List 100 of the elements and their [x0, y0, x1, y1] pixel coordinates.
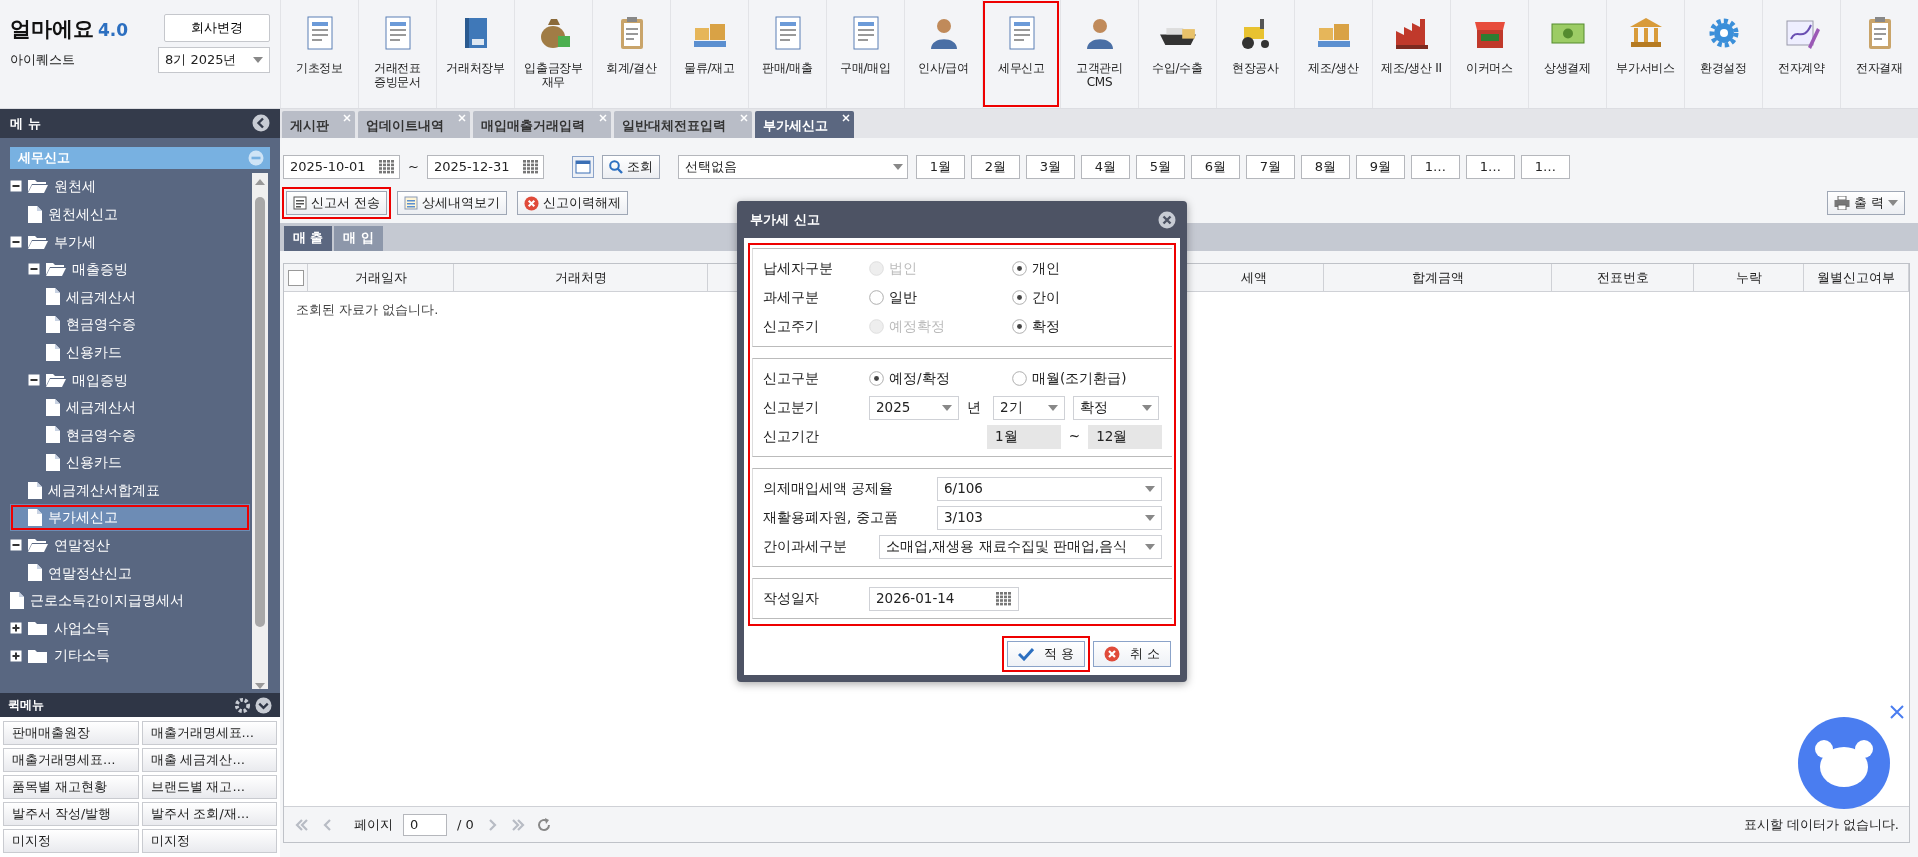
quick-menu-button[interactable]: 발주서 작성/발행 — [3, 802, 139, 826]
month-button[interactable]: 2월 — [970, 155, 1020, 180]
search-button[interactable]: 조회 — [601, 155, 660, 180]
tab[interactable]: 매 출 — [284, 226, 333, 252]
toolbar-button[interactable]: 거래처장부 — [436, 0, 514, 108]
collapse-icon[interactable] — [10, 539, 22, 552]
toolbar-button[interactable]: 환경설정 — [1684, 0, 1762, 108]
refresh-icon[interactable] — [535, 816, 552, 833]
toolbar-button[interactable]: 판매/매출 — [748, 0, 826, 108]
toolbar-button[interactable]: 고객관리 CMS — [1060, 0, 1138, 108]
dropdown[interactable]: 3/103 — [937, 505, 1162, 530]
collapse-icon[interactable] — [28, 373, 40, 386]
toolbar-button[interactable]: 부가서비스 — [1606, 0, 1684, 108]
collapse-icon[interactable] — [252, 114, 270, 133]
tree-item[interactable]: 기타소득 — [10, 641, 250, 670]
quick-menu-button[interactable]: 품목별 재고현황 — [3, 775, 139, 799]
tab[interactable]: 업데이트내역 — [358, 111, 470, 139]
dropdown[interactable]: 2025 — [869, 395, 959, 420]
expand-icon[interactable] — [10, 649, 22, 662]
calendar-button[interactable] — [571, 156, 594, 179]
toolbar-button[interactable]: 구매/매입 — [826, 0, 904, 108]
month-button[interactable]: 1… — [1520, 155, 1570, 180]
tree-item[interactable]: 연말정산신고 — [10, 559, 250, 587]
tree-item[interactable]: 매입증빙 — [10, 365, 250, 394]
tree-item[interactable]: 세금계산서합계표 — [10, 476, 250, 504]
tree-item[interactable]: 현금영수증 — [10, 421, 250, 449]
expand-icon[interactable] — [10, 622, 22, 634]
dropdown[interactable]: 소매업,재생용 재료수집및 판매업,음식 — [879, 534, 1162, 559]
toolbar-action-button[interactable]: 상세내역보기 — [397, 191, 508, 216]
tree-item[interactable]: 현금영수증 — [10, 310, 250, 339]
print-button[interactable]: 출 력 — [1826, 191, 1905, 216]
collapse-icon[interactable] — [10, 180, 22, 193]
month-button[interactable]: 1월 — [915, 155, 965, 180]
tab[interactable]: 매입매출거래입력 — [473, 111, 611, 139]
tree-item[interactable]: 근로소득간이지급명세서 — [10, 586, 250, 615]
month-button[interactable]: 1… — [1410, 155, 1460, 180]
tree-item[interactable]: 신용카드 — [10, 338, 250, 366]
month-button[interactable]: 7월 — [1245, 155, 1295, 180]
month-button[interactable]: 4월 — [1080, 155, 1130, 180]
toolbar-button[interactable]: 이커머스 — [1450, 0, 1528, 108]
toolbar-button[interactable]: 전자계약 — [1762, 0, 1840, 108]
quick-menu-button[interactable]: 매출거래명세표… — [141, 721, 277, 745]
toolbar-button[interactable]: 현장공사 — [1216, 0, 1294, 108]
filter-select[interactable]: 선택없음 — [677, 155, 908, 180]
toolbar-button[interactable]: 인사/급여 — [904, 0, 982, 108]
quick-menu-button[interactable]: 브랜드별 재고… — [141, 775, 277, 799]
toolbar-button[interactable]: 세무신고 — [982, 0, 1060, 108]
tab[interactable]: 게시판 — [282, 111, 355, 139]
radio-button[interactable] — [869, 290, 884, 306]
date-field[interactable]: 2025-10-01 — [283, 155, 400, 180]
dropdown[interactable]: 확정 — [1073, 395, 1159, 420]
tree-item[interactable]: 신용카드 — [10, 448, 250, 477]
collapse-icon[interactable] — [28, 263, 40, 276]
quick-menu-button[interactable]: 미지정 — [141, 829, 277, 853]
close-icon[interactable] — [1890, 705, 1904, 719]
cancel-button[interactable]: 취 소 — [1092, 641, 1171, 668]
toolbar-button[interactable]: 제조/생산 — [1294, 0, 1372, 108]
tree-item[interactable]: 매출증빙 — [10, 255, 250, 284]
toolbar-button[interactable]: 상생결제 — [1528, 0, 1606, 108]
toolbar-button[interactable]: 입출금장부 재무 — [514, 0, 592, 108]
date-field[interactable]: 2025-12-31 — [426, 155, 544, 180]
radio-button[interactable] — [1012, 261, 1027, 277]
toolbar-button[interactable]: 물류/재고 — [670, 0, 748, 108]
toolbar-button[interactable]: 회계/결산 — [592, 0, 670, 108]
tree-item[interactable]: 원천세신고 — [10, 200, 250, 228]
month-button[interactable]: 1… — [1465, 155, 1515, 180]
month-button[interactable]: 8월 — [1300, 155, 1350, 180]
tree-item[interactable]: 세금계산서 — [10, 283, 250, 311]
radio-button[interactable] — [1012, 290, 1027, 306]
month-button[interactable]: 5월 — [1135, 155, 1185, 180]
checkbox[interactable] — [287, 269, 304, 286]
tree-item[interactable]: 사업소득 — [10, 614, 250, 642]
radio-button[interactable] — [1012, 319, 1027, 335]
date-field[interactable]: 2026-01-14 — [869, 586, 1019, 611]
radio-button[interactable] — [869, 371, 884, 387]
collapse-icon[interactable] — [10, 235, 22, 248]
tree-item[interactable]: 원천세 — [10, 172, 250, 201]
toolbar-action-button[interactable]: 신고이력해제 — [517, 191, 629, 216]
page-field[interactable]: 0 — [403, 813, 447, 836]
quick-menu-button[interactable]: 매출 세금계산… — [141, 748, 277, 772]
toolbar-button[interactable]: 전자결재 — [1840, 0, 1918, 108]
tab[interactable]: 일반대체전표입력 — [614, 111, 752, 139]
quick-menu-button[interactable]: 판매매출원장 — [3, 721, 139, 745]
quick-menu-button[interactable]: 매출거래명세표… — [3, 748, 139, 772]
toolbar-button[interactable]: 수입/수출 — [1138, 0, 1216, 108]
month-button[interactable]: 6월 — [1190, 155, 1240, 180]
tree-item[interactable]: 부가세 — [10, 227, 250, 256]
radio-button[interactable] — [1012, 371, 1027, 387]
tree-item[interactable]: 세금계산서 — [10, 393, 250, 422]
expand-icon[interactable] — [255, 696, 272, 714]
quick-menu-button[interactable]: 미지정 — [3, 829, 139, 853]
settings-icon[interactable] — [234, 696, 251, 714]
tree-item[interactable]: 연말정산 — [10, 531, 250, 559]
toolbar-button[interactable]: 거래전표 증빙문서 — [358, 0, 436, 108]
change-company-button[interactable]: 회사변경 — [164, 14, 270, 42]
period-select[interactable]: 8기 2025년 — [158, 47, 270, 73]
dropdown[interactable]: 6/106 — [937, 476, 1162, 501]
tab[interactable]: 부가세신고 — [755, 111, 854, 139]
toolbar-button[interactable]: 제조/생산 II — [1372, 0, 1450, 108]
month-button[interactable]: 9월 — [1355, 155, 1405, 180]
